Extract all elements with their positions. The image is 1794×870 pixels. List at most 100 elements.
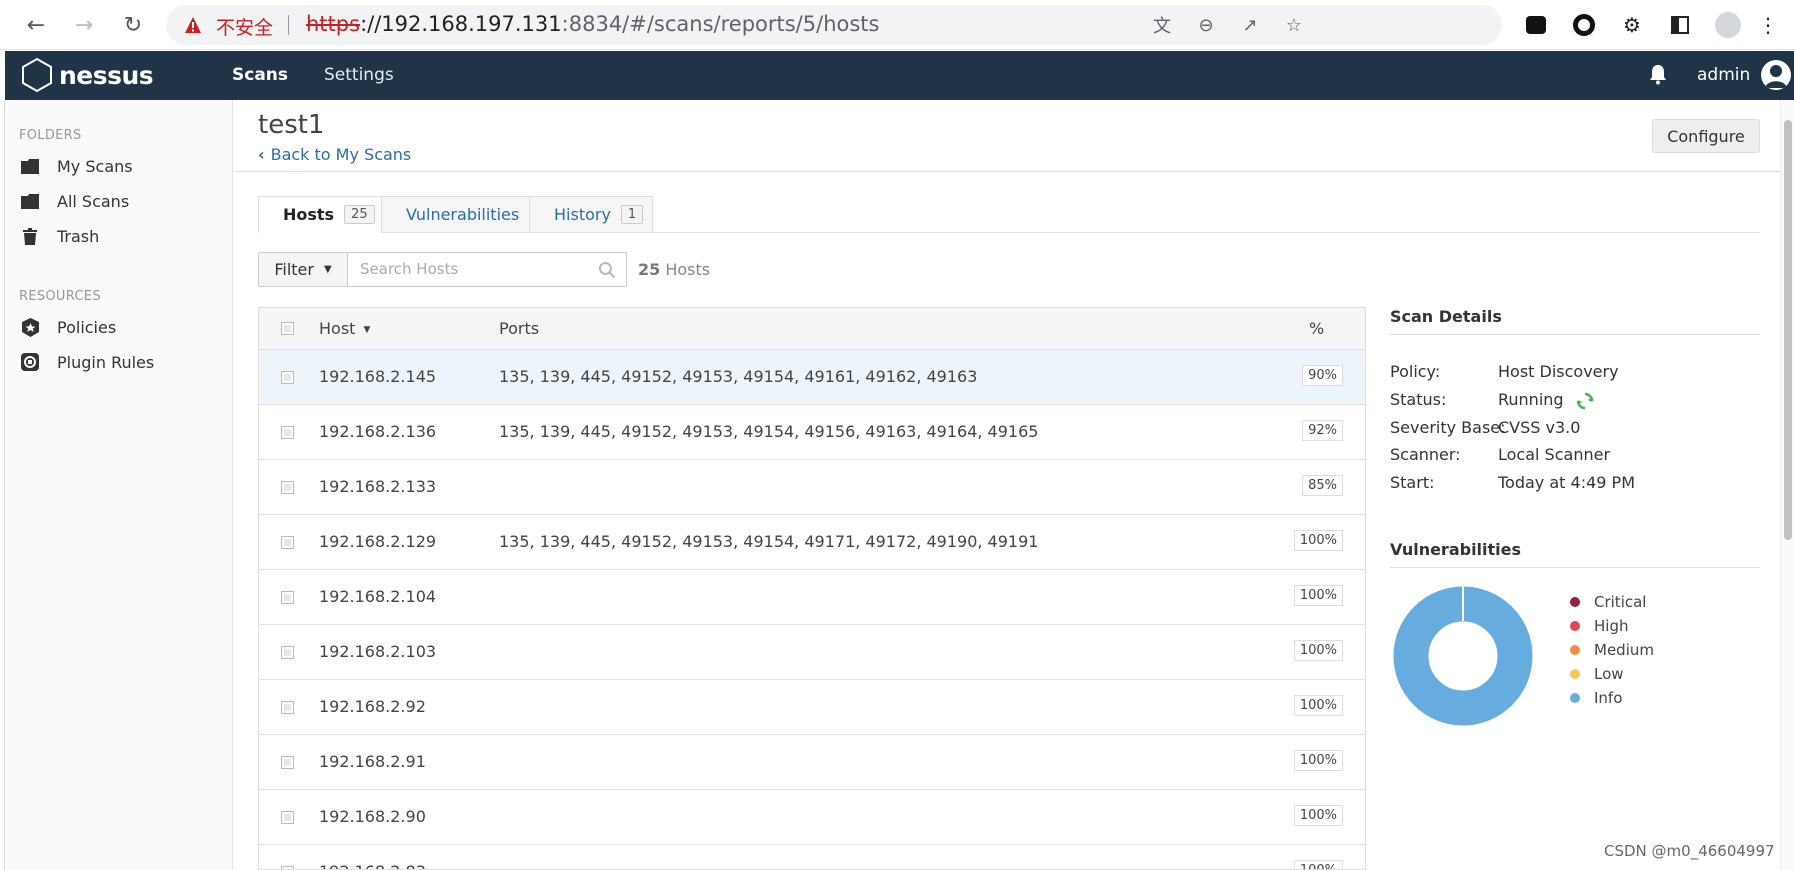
ports-cell: 135, 139, 445, 49152, 49153, 49154, 4916… [499,367,978,386]
start-value: Today at 4:49 PM [1498,473,1635,492]
row-checkbox[interactable] [281,371,294,384]
row-checkbox[interactable] [281,811,294,824]
address-bar[interactable]: 不安全 https://192.168.197.131:8834/#/scans… [166,5,1502,45]
sidebar-item-all-scans[interactable]: All Scans [19,186,229,216]
url-text[interactable]: https://192.168.197.131:8834/#/scans/rep… [306,12,879,36]
forward-arrow-icon[interactable]: → [68,9,100,41]
legend-dot-icon [1570,669,1580,679]
severity-value: CVSS v3.0 [1498,418,1581,437]
host-cell: 192.168.2.104 [319,587,437,606]
hosts-table: Host ▼ Ports % 192.168.2.145 135, 139, 445… [258,307,1366,870]
insecure-label: 不安全 [216,17,274,39]
legend-item-critical[interactable]: Critical [1570,593,1646,611]
progress-badge: 100% [1293,750,1343,771]
host-cell: 192.168.2.92 [319,697,426,716]
sidebar-item-trash[interactable]: Trash [19,221,229,251]
legend-item-medium[interactable]: Medium [1570,641,1654,659]
host-cell: 192.168.2.136 [319,422,437,441]
row-checkbox[interactable] [281,756,294,769]
progress-badge: 85% [1302,475,1343,496]
tab-vulnerabilities[interactable]: Vulnerabilities2 [381,196,552,233]
user-avatar-icon[interactable] [1761,60,1791,90]
host-cell: 192.168.2.83 [319,862,426,869]
select-all-checkbox[interactable] [281,322,294,335]
profile-icon[interactable] [1714,11,1742,39]
sidebar-item-my-scans[interactable]: My Scans [19,151,229,181]
table-row[interactable]: 192.168.2.83 100% [259,845,1365,869]
chevron-left-icon: ‹ [258,145,265,164]
extension-b-icon[interactable] [1570,11,1598,39]
table-row[interactable]: 192.168.2.92 100% [259,680,1365,735]
bookmark-star-icon[interactable]: ☆ [1282,13,1306,37]
filter-button[interactable]: Filter ▼ [258,252,348,287]
warning-icon [185,17,201,33]
row-checkbox[interactable] [281,646,294,659]
row-checkbox[interactable] [281,591,294,604]
page-title: test1 [258,110,325,140]
user-name[interactable]: admin [1697,65,1750,85]
nav-scans[interactable]: Scans [232,65,288,85]
notification-bell-icon[interactable] [1648,63,1668,85]
resources-heading: RESOURCES [19,289,101,304]
configure-button[interactable]: Configure [1652,119,1760,153]
reload-icon[interactable]: ↻ [117,9,149,41]
table-row[interactable]: 192.168.2.133 85% [259,460,1365,515]
policy-value: Host Discovery [1498,362,1619,381]
tab-history[interactable]: History 1 [529,196,653,233]
table-row[interactable]: 192.168.2.136 135, 139, 445, 49152, 49153… [259,405,1365,460]
translate-icon[interactable]: 文 [1150,13,1174,37]
ports-cell: 135, 139, 445, 49152, 49153, 49154, 4917… [499,532,1039,551]
plugin-rules-icon [19,351,41,373]
progress-badge: 100% [1293,530,1343,551]
table-row[interactable]: 192.168.2.129 135, 139, 445, 49152, 49153… [259,515,1365,570]
status-value: Running [1498,390,1595,411]
menu-dots-icon[interactable]: ⋮ [1754,11,1782,39]
search-icon[interactable] [598,261,616,279]
caret-down-icon: ▼ [323,264,332,275]
search-input[interactable] [360,260,580,278]
table-row[interactable]: 192.168.2.91 100% [259,735,1365,790]
scan-details-heading: Scan Details [1390,307,1760,335]
zoom-out-icon[interactable]: ⊖ [1194,13,1218,37]
folder-icon [19,190,41,212]
vulnerabilities-donut-chart[interactable] [1390,583,1536,729]
table-row[interactable]: 192.168.2.145 135, 139, 445, 49152, 49153… [259,350,1365,405]
nessus-logo[interactable]: nessus [19,57,154,93]
sidebar: FOLDERS My Scans All Scans Trash RESOURC… [5,100,233,870]
back-arrow-icon[interactable]: ← [20,9,52,41]
row-checkbox[interactable] [281,426,294,439]
extension-a-icon[interactable] [1522,11,1550,39]
row-checkbox[interactable] [281,866,294,869]
sidebar-item-plugin-rules[interactable]: Plugin Rules [19,347,229,377]
back-to-my-scans-link[interactable]: ‹ Back to My Scans [258,145,411,164]
tab-hosts[interactable]: Hosts 25 [258,196,382,233]
row-checkbox[interactable] [281,481,294,494]
table-row[interactable]: 192.168.2.90 100% [259,790,1365,845]
nav-settings[interactable]: Settings [324,65,394,85]
column-host[interactable]: Host ▼ [319,319,370,338]
table-row[interactable]: 192.168.2.104 100% [259,570,1365,625]
column-ports[interactable]: Ports [499,319,539,338]
running-spinner-icon [1576,392,1593,409]
page-scrollbar[interactable] [1780,100,1794,870]
extensions-puzzle-icon[interactable]: ⚙ [1618,11,1646,39]
share-icon[interactable]: ↗ [1238,13,1262,37]
search-hosts-box[interactable] [347,252,627,287]
legend-item-low[interactable]: Low [1570,665,1624,683]
progress-badge: 100% [1293,640,1343,661]
trash-icon [19,225,41,247]
watermark: CSDN @m0_46604997 [1604,842,1775,860]
progress-badge: 90% [1302,365,1343,386]
scan-details-panel: Scan Details Policy: Host Discovery Stat… [1390,307,1760,726]
progress-badge: 100% [1293,695,1343,716]
legend-item-info[interactable]: Info [1570,689,1622,707]
legend-dot-icon [1570,597,1580,607]
row-checkbox[interactable] [281,536,294,549]
row-checkbox[interactable] [281,701,294,714]
table-row[interactable]: 192.168.2.103 100% [259,625,1365,680]
column-percent[interactable]: % [1309,319,1324,338]
sidebar-item-policies[interactable]: Policies [19,312,229,342]
vulnerabilities-heading: Vulnerabilities [1390,540,1760,568]
side-panel-icon[interactable] [1666,11,1694,39]
legend-item-high[interactable]: High [1570,617,1628,635]
